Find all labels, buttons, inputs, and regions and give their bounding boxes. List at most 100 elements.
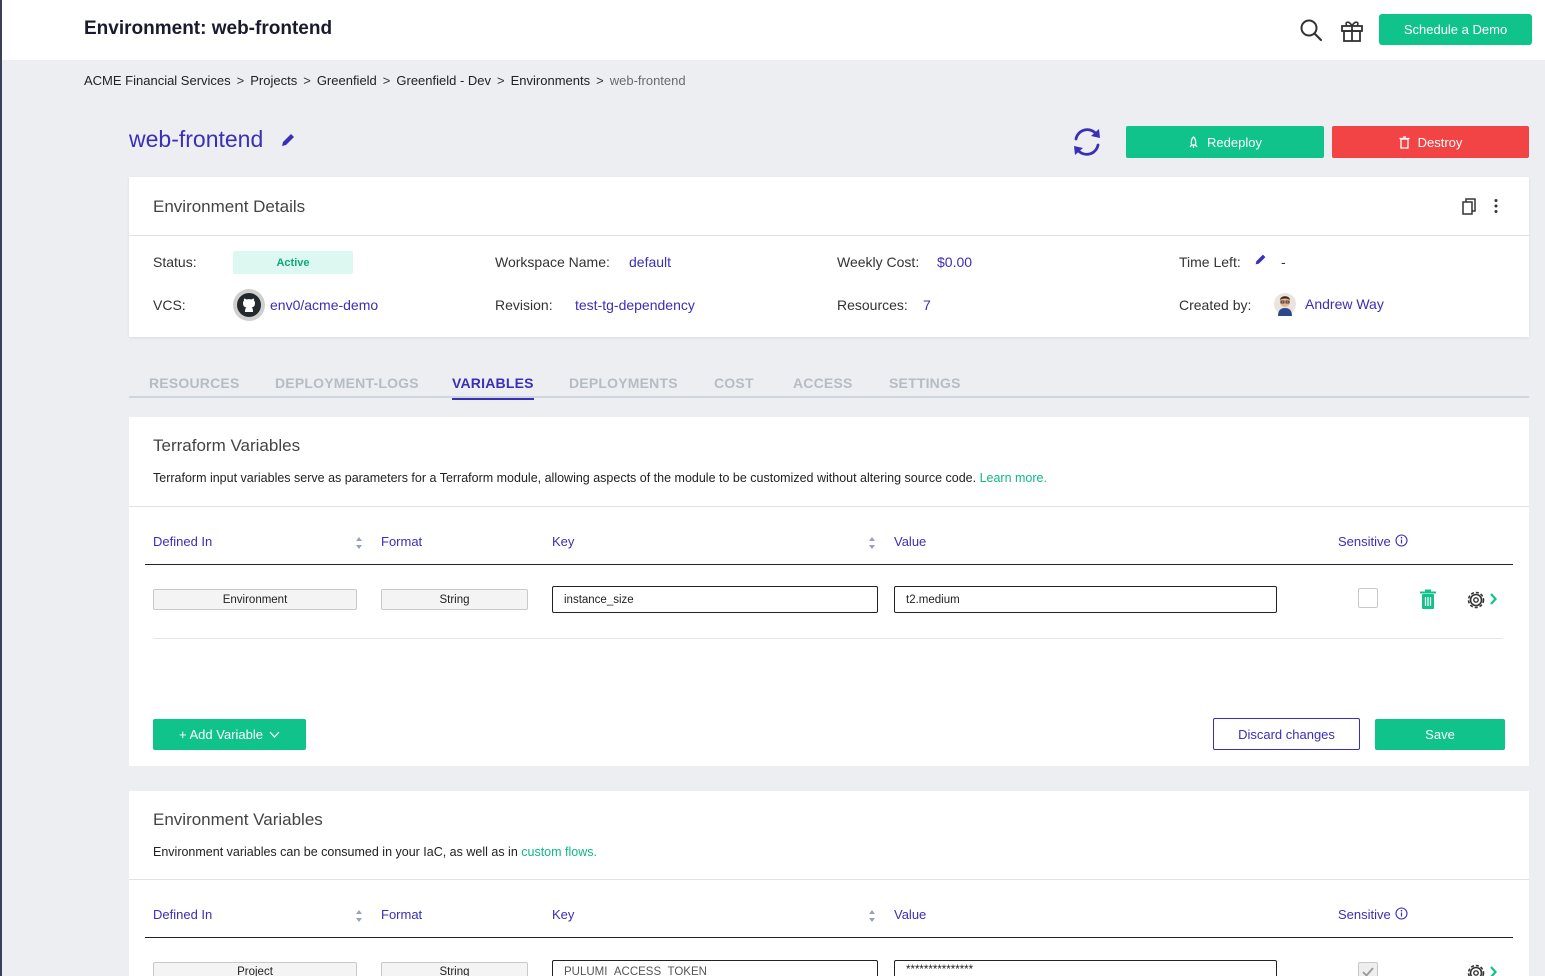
vcs-link[interactable]: env0/acme-demo — [270, 297, 378, 313]
created-by-value[interactable]: Andrew Way — [1305, 296, 1384, 312]
tab-variables[interactable]: VARIABLES — [452, 375, 534, 400]
table-header-line — [145, 937, 1513, 938]
column-key[interactable]: Key — [552, 534, 574, 549]
time-left-label: Time Left: — [1179, 254, 1241, 270]
github-icon — [233, 289, 265, 321]
sensitive-checkbox[interactable] — [1358, 588, 1378, 608]
refresh-icon[interactable] — [1069, 124, 1105, 160]
redeploy-button[interactable]: Redeploy — [1126, 126, 1324, 158]
trash-icon — [1399, 135, 1410, 149]
sort-icon[interactable] — [868, 536, 876, 550]
breadcrumb-item[interactable]: Projects — [250, 73, 297, 88]
revision-value: test-tg-dependency — [575, 297, 695, 313]
breadcrumb-item[interactable]: ACME Financial Services — [84, 73, 231, 88]
breadcrumb-item[interactable]: Environments — [511, 73, 590, 88]
sort-icon[interactable] — [868, 909, 876, 923]
table-header-line — [145, 564, 1513, 565]
format-select[interactable]: String — [381, 962, 528, 976]
gear-icon[interactable] — [1465, 962, 1487, 976]
key-input[interactable]: instance_size — [552, 586, 878, 613]
info-icon[interactable] — [1395, 907, 1408, 920]
value-input[interactable]: t2.medium — [894, 586, 1277, 613]
breadcrumb-separator: > — [382, 73, 391, 88]
column-sensitive: Sensitive — [1338, 907, 1391, 922]
copy-icon[interactable] — [1462, 198, 1476, 215]
left-edge-rule — [0, 0, 2, 976]
column-defined-in[interactable]: Defined In — [153, 534, 212, 549]
tab-resources[interactable]: RESOURCES — [149, 375, 239, 391]
add-variable-label: + Add Variable — [179, 727, 263, 742]
sensitive-checkbox[interactable] — [1358, 962, 1378, 976]
checkmark-icon — [1362, 967, 1374, 976]
breadcrumb-separator: > — [497, 73, 505, 88]
tab-deployment-logs[interactable]: DEPLOYMENT-LOGS — [275, 375, 419, 391]
more-options-icon[interactable] — [1493, 198, 1499, 214]
schedule-demo-button[interactable]: Schedule a Demo — [1379, 14, 1532, 45]
tab-access[interactable]: ACCESS — [793, 375, 853, 391]
edit-name-pencil-icon[interactable] — [280, 132, 296, 148]
env-description-text: Environment variables can be consumed in… — [153, 845, 518, 859]
breadcrumb-item[interactable]: Greenfield - Dev — [396, 73, 491, 88]
search-icon[interactable] — [1298, 17, 1324, 43]
gift-icon[interactable] — [1339, 17, 1365, 43]
format-select[interactable]: String — [381, 589, 528, 610]
row-divider — [153, 638, 1503, 639]
chevron-right-icon[interactable] — [1489, 966, 1497, 976]
breadcrumb-item[interactable]: Greenfield — [317, 73, 377, 88]
top-bar: Environment: web-frontend Schedule a Dem… — [2, 0, 1545, 60]
workspace-value: default — [629, 254, 672, 270]
terraform-variables-card: Terraform Variables Terraform input vari… — [129, 417, 1529, 766]
chevron-right-icon[interactable] — [1489, 593, 1497, 605]
defined-in-pill: Environment — [153, 589, 357, 610]
section-divider — [129, 506, 1529, 507]
workspace-label: Workspace Name: — [495, 254, 610, 270]
chevron-down-icon — [269, 731, 280, 738]
custom-flows-link[interactable]: custom flows. — [521, 845, 597, 859]
column-format: Format — [381, 907, 423, 922]
add-variable-button[interactable]: + Add Variable — [153, 719, 306, 750]
edit-time-left-pencil-icon[interactable] — [1254, 253, 1267, 266]
breadcrumb-separator: > — [596, 73, 604, 88]
column-sensitive: Sensitive — [1338, 534, 1391, 549]
breadcrumb-separator: > — [303, 73, 311, 88]
page-title: Environment: web-frontend — [84, 18, 333, 39]
discard-changes-button[interactable]: Discard changes — [1213, 718, 1360, 750]
resources-value: 7 — [923, 297, 931, 313]
info-icon[interactable] — [1395, 534, 1408, 547]
vcs-label: VCS: — [153, 297, 186, 313]
breadcrumb-current: web-frontend — [609, 73, 686, 88]
column-key[interactable]: Key — [552, 907, 574, 922]
time-left-value: - — [1281, 254, 1286, 270]
breadcrumb-separator: > — [236, 73, 245, 88]
environment-details-card: Environment Details Status: Active Works… — [129, 177, 1529, 337]
column-format: Format — [381, 534, 423, 549]
defined-in-pill: Project — [153, 962, 357, 976]
weekly-cost-value: $0.00 — [937, 254, 973, 270]
save-button[interactable]: Save — [1375, 719, 1505, 750]
learn-more-link[interactable]: Learn more. — [980, 471, 1047, 485]
destroy-button[interactable]: Destroy — [1332, 126, 1529, 158]
environment-variables-card: Environment Variables Environment variab… — [129, 791, 1529, 976]
redeploy-label: Redeploy — [1207, 134, 1262, 150]
environment-variables-description: Environment variables can be consumed in… — [153, 845, 597, 859]
resources-label: Resources: — [837, 297, 908, 313]
created-by-label: Created by: — [1179, 297, 1252, 313]
sort-icon[interactable] — [355, 536, 363, 550]
sort-icon[interactable] — [355, 909, 363, 923]
gear-icon[interactable] — [1465, 589, 1487, 611]
environment-variables-title: Environment Variables — [153, 810, 323, 829]
user-avatar — [1274, 293, 1296, 316]
details-title: Environment Details — [153, 197, 306, 216]
tab-deployments[interactable]: DEPLOYMENTS — [569, 375, 678, 391]
status-badge: Active — [233, 251, 353, 274]
column-defined-in[interactable]: Defined In — [153, 907, 212, 922]
key-input[interactable]: PULUMI_ACCESS_TOKEN — [552, 960, 878, 976]
tab-settings[interactable]: SETTINGS — [889, 375, 961, 391]
value-input[interactable]: *************** — [894, 960, 1277, 976]
column-value: Value — [894, 907, 927, 922]
rocket-icon — [1189, 135, 1198, 148]
delete-trash-icon[interactable] — [1419, 589, 1437, 610]
weekly-cost-label: Weekly Cost: — [837, 254, 920, 270]
details-divider — [129, 235, 1529, 236]
tab-cost[interactable]: COST — [714, 375, 754, 391]
